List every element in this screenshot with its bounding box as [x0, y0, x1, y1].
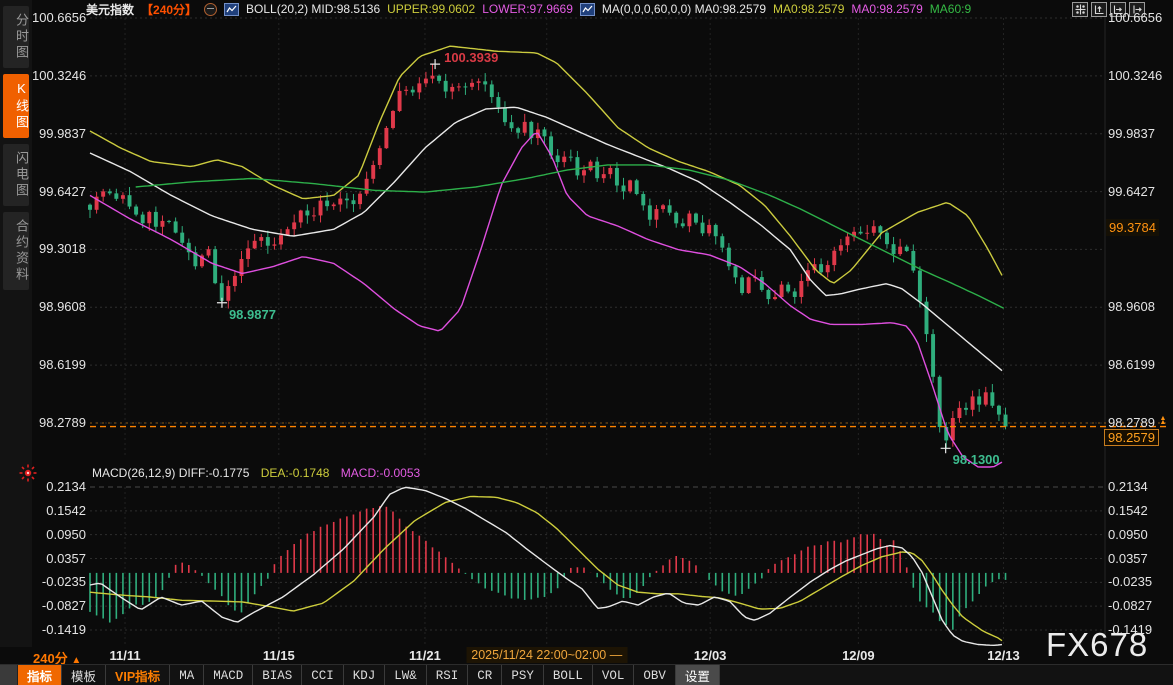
- main-y-label-right: 98.2789: [1108, 417, 1155, 429]
- main-y-label-left: 99.3018: [32, 243, 86, 255]
- macd-y-label-right: 0.0950: [1108, 529, 1148, 541]
- toolbar-item-8[interactable]: LW&: [385, 665, 427, 685]
- macd-dea-value: DEA:-0.1748: [261, 466, 330, 480]
- x-tick-label: 12/13: [987, 648, 1020, 663]
- macd-y-label-right: -0.0235: [1108, 576, 1152, 588]
- trading-app: 分时图 K线图闪电图合约资料 美元指数 【240分】 BOLL(20,2) MID…: [0, 0, 1173, 685]
- sidebar: 分时图 K线图闪电图合约资料: [0, 0, 32, 660]
- alert-burst-icon[interactable]: [19, 464, 37, 482]
- sidebar-tab-2[interactable]: 闪电图: [3, 144, 29, 206]
- main-y-label-right: 98.6199: [1108, 359, 1155, 371]
- boll-lower-value: LOWER:97.9669: [482, 2, 573, 16]
- main-y-label-left: 98.2789: [32, 417, 86, 429]
- x-tick-label: 11/15: [263, 648, 295, 663]
- main-y-label-left: 98.6199: [32, 359, 86, 371]
- zoom-up-icon[interactable]: [1091, 2, 1107, 17]
- crosshair-icon[interactable]: [1072, 2, 1088, 17]
- x-tick-label: 12/03: [694, 648, 727, 663]
- x-tick-label: 11/11: [109, 648, 140, 663]
- macd-y-label-left: -0.1419: [32, 624, 86, 636]
- toolbar-item-14[interactable]: OBV: [634, 665, 676, 685]
- indicator-toolbar: 指标模板VIP指标MAMACDBIASCCIKDJLW&RSICRPSYBOLL…: [0, 664, 1173, 685]
- selected-candle-time: 2025/11/24 22:00~02:00 —: [466, 647, 627, 663]
- macd-y-label-left: 0.0950: [32, 529, 86, 541]
- macd-y-label-right: 0.1542: [1108, 505, 1148, 517]
- instrument-title: 美元指数: [86, 1, 134, 18]
- macd-y-label-left: -0.0235: [32, 576, 86, 588]
- toolbar-item-0[interactable]: 指标: [18, 665, 62, 685]
- x-tick-label: 12/09: [842, 648, 875, 663]
- macd-macd-value: MACD:-0.0053: [341, 466, 420, 480]
- toolbar-item-11[interactable]: PSY: [502, 665, 544, 685]
- macd-y-label-left: 0.1542: [32, 505, 86, 517]
- macd-y-label-right: 0.0357: [1108, 553, 1148, 565]
- ma-params-value: MA(0,0,0,60,0,0) MA0:98.2579: [602, 2, 766, 16]
- macd-y-label-right: 0.2134: [1108, 481, 1148, 493]
- boll-indicator-icon[interactable]: [224, 3, 239, 16]
- ma-indicator-icon[interactable]: [580, 3, 595, 16]
- last-price-badge: 98.2579: [1104, 429, 1159, 446]
- main-y-label-right: 100.6656: [1108, 12, 1162, 24]
- main-y-label-right: 100.3246: [1108, 70, 1162, 82]
- macd-header: MACD(26,12,9) DIFF:-0.1775 DEA:-0.1748 M…: [92, 466, 420, 480]
- x-axis-row: 240分 ▲ 2025/11/24 22:00~02:00 — 11/1111/…: [0, 647, 1173, 664]
- toolbar-item-6[interactable]: CCI: [302, 665, 344, 685]
- toolbar-item-1[interactable]: 模板: [62, 665, 106, 685]
- toolbar-item-13[interactable]: VOL: [593, 665, 635, 685]
- period-label: 【240分】: [141, 1, 197, 18]
- ma0-yellow-value: MA0:98.2579: [773, 2, 844, 16]
- level-price-badge: 99.3784: [1106, 219, 1159, 236]
- sidebar-tab-3[interactable]: 合约资料: [3, 212, 29, 290]
- toolbar-item-4[interactable]: MACD: [204, 665, 253, 685]
- price-up-arrows-icon: ▲▲: [1158, 417, 1168, 425]
- main-y-label-right: 98.9608: [1108, 301, 1155, 313]
- macd-y-label-left: -0.0827: [32, 600, 86, 612]
- main-y-label-left: 100.6656: [32, 12, 86, 24]
- toolbar-item-3[interactable]: MA: [170, 665, 204, 685]
- watermark: FX678: [1046, 626, 1148, 664]
- toolbar-item-7[interactable]: KDJ: [344, 665, 386, 685]
- main-y-label-left: 98.9608: [32, 301, 86, 313]
- macd-y-label-right: -0.0827: [1108, 600, 1152, 612]
- ma0-magenta-value: MA0:98.2579: [851, 2, 922, 16]
- main-y-label-left: 99.6427: [32, 186, 86, 198]
- main-y-label-left: 100.3246: [32, 70, 86, 82]
- high-price-marker: 100.3939: [444, 50, 498, 65]
- chart-canvas: [0, 0, 1173, 685]
- macd-y-label-left: 0.2134: [32, 481, 86, 493]
- main-y-label-left: 99.9837: [32, 128, 86, 140]
- zoom-toggle-icon[interactable]: [204, 3, 217, 16]
- toolbar-item-15[interactable]: 设置: [676, 665, 720, 685]
- toolbar-item-9[interactable]: RSI: [427, 665, 469, 685]
- macd-diff-value: MACD(26,12,9) DIFF:-0.1775: [92, 466, 249, 480]
- main-y-label-right: 99.9837: [1108, 128, 1155, 140]
- boll-upper-value: UPPER:99.0602: [387, 2, 475, 16]
- corner-box: [0, 665, 18, 685]
- boll-mid-value: BOLL(20,2) MID:98.5136: [246, 2, 380, 16]
- toolbar-item-10[interactable]: CR: [468, 665, 502, 685]
- macd-y-label-left: 0.0357: [32, 553, 86, 565]
- low-price-marker: 98.1300: [953, 452, 1000, 467]
- sidebar-tab-1[interactable]: K线图: [3, 74, 29, 138]
- low-price-marker: 98.9877: [229, 307, 276, 322]
- sidebar-tab-0[interactable]: 分时图: [3, 6, 29, 68]
- toolbar-item-5[interactable]: BIAS: [253, 665, 302, 685]
- main-y-label-right: 99.6427: [1108, 186, 1155, 198]
- chart-header: 美元指数 【240分】 BOLL(20,2) MID:98.5136 UPPER…: [86, 1, 971, 17]
- toolbar-item-12[interactable]: BOLL: [544, 665, 593, 685]
- toolbar-item-2[interactable]: VIP指标: [106, 665, 170, 685]
- ma60-value: MA60:9: [930, 2, 971, 16]
- x-tick-label: 11/21: [409, 648, 441, 663]
